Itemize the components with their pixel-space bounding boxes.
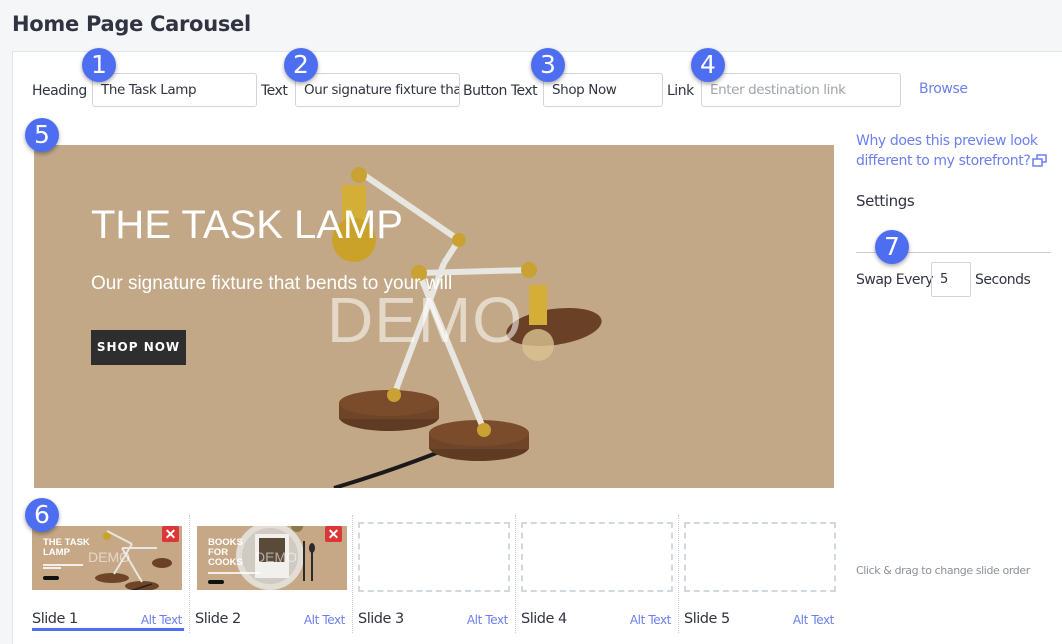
text-input[interactable]: Our signature fixture tha (295, 73, 460, 107)
callout-badge-4: 4 (691, 48, 725, 82)
preview-help-link-text[interactable]: Why does this preview look different to … (856, 133, 1038, 169)
delete-slide-button[interactable]: ✕ (325, 526, 342, 542)
empty-slide-placeholder[interactable] (521, 522, 673, 592)
slide-name: Slide 4 (521, 611, 567, 627)
preview-help-link[interactable]: Why does this preview look different to … (856, 131, 1056, 173)
text-label: Text (261, 83, 288, 99)
settings-title: Settings (856, 192, 915, 210)
alt-text-link[interactable]: Alt Text (141, 613, 183, 627)
preview-shop-button: SHOP NOW (91, 330, 186, 365)
thumbnail-subtext (43, 567, 61, 569)
callout-badge-7: 7 (875, 230, 909, 264)
slide-divider (352, 515, 353, 633)
alt-text-link[interactable]: Alt Text (793, 613, 835, 627)
button-text-input[interactable]: Shop Now (543, 73, 663, 107)
slide-name: Slide 1 (32, 611, 78, 627)
heading-label: Heading (32, 83, 87, 99)
thumbnail-title: BOOKS FOR COOKS (208, 537, 243, 568)
page-title: Home Page Carousel (12, 12, 251, 36)
slide-tab-4[interactable]: Slide 4 Alt Text (521, 515, 684, 633)
seconds-label: Seconds (975, 272, 1031, 288)
external-link-icon (1032, 153, 1048, 173)
slide-tab-1[interactable]: THE TASK LAMP DEMO ✕ Slide 1 Alt Text (32, 515, 195, 633)
link-input[interactable]: Enter destination link (701, 73, 901, 107)
browse-link[interactable]: Browse (919, 81, 968, 97)
button-text-label: Button Text (463, 83, 538, 99)
active-slide-indicator (32, 628, 184, 631)
slide-thumbnail[interactable]: THE TASK LAMP DEMO (32, 526, 182, 590)
alt-text-link[interactable]: Alt Text (304, 613, 346, 627)
slide-divider (678, 515, 679, 633)
heading-input[interactable]: The Task Lamp (92, 73, 257, 107)
slide-divider (189, 515, 190, 633)
drag-hint: Click & drag to change slide order (856, 564, 1030, 577)
slide-name: Slide 2 (195, 611, 241, 627)
callout-badge-6: 6 (25, 498, 59, 532)
alt-text-link[interactable]: Alt Text (467, 613, 509, 627)
thumbnail-button (43, 576, 59, 580)
thumbnail-subtext (208, 572, 260, 574)
slide-tab-3[interactable]: Slide 3 Alt Text (358, 515, 521, 633)
slide-name: Slide 5 (684, 611, 730, 627)
empty-slide-placeholder[interactable] (358, 522, 510, 592)
callout-badge-5: 5 (25, 118, 59, 152)
thumbnail-button (208, 580, 224, 584)
link-label: Link (667, 83, 694, 99)
alt-text-link[interactable]: Alt Text (630, 613, 672, 627)
slide-tab-2[interactable]: BOOKS FOR COOKS DEMO ✕ Slide 2 Alt Text (195, 515, 358, 633)
slide-divider (515, 515, 516, 633)
preview-heading: THE TASK LAMP (91, 203, 403, 247)
callout-badge-3: 3 (531, 48, 565, 82)
close-icon: ✕ (327, 526, 340, 542)
slide-preview: THE TASK LAMP Our signature fixture that… (34, 145, 834, 488)
slide-tab-5[interactable]: Slide 5 Alt Text (684, 515, 847, 633)
callout-badge-2: 2 (284, 48, 318, 82)
callout-badge-1: 1 (82, 48, 116, 82)
swap-every-label: Swap Every (856, 272, 934, 288)
demo-watermark: DEMO (327, 284, 523, 356)
swap-seconds-input[interactable]: 5 (931, 262, 971, 297)
thumbnail-watermark: DEMO (88, 549, 130, 565)
thumbnail-watermark: DEMO (255, 549, 297, 565)
delete-slide-button[interactable]: ✕ (162, 526, 179, 542)
close-icon: ✕ (164, 526, 177, 542)
empty-slide-placeholder[interactable] (684, 522, 836, 592)
slide-name: Slide 3 (358, 611, 404, 627)
thumbnail-subtext (43, 564, 83, 566)
